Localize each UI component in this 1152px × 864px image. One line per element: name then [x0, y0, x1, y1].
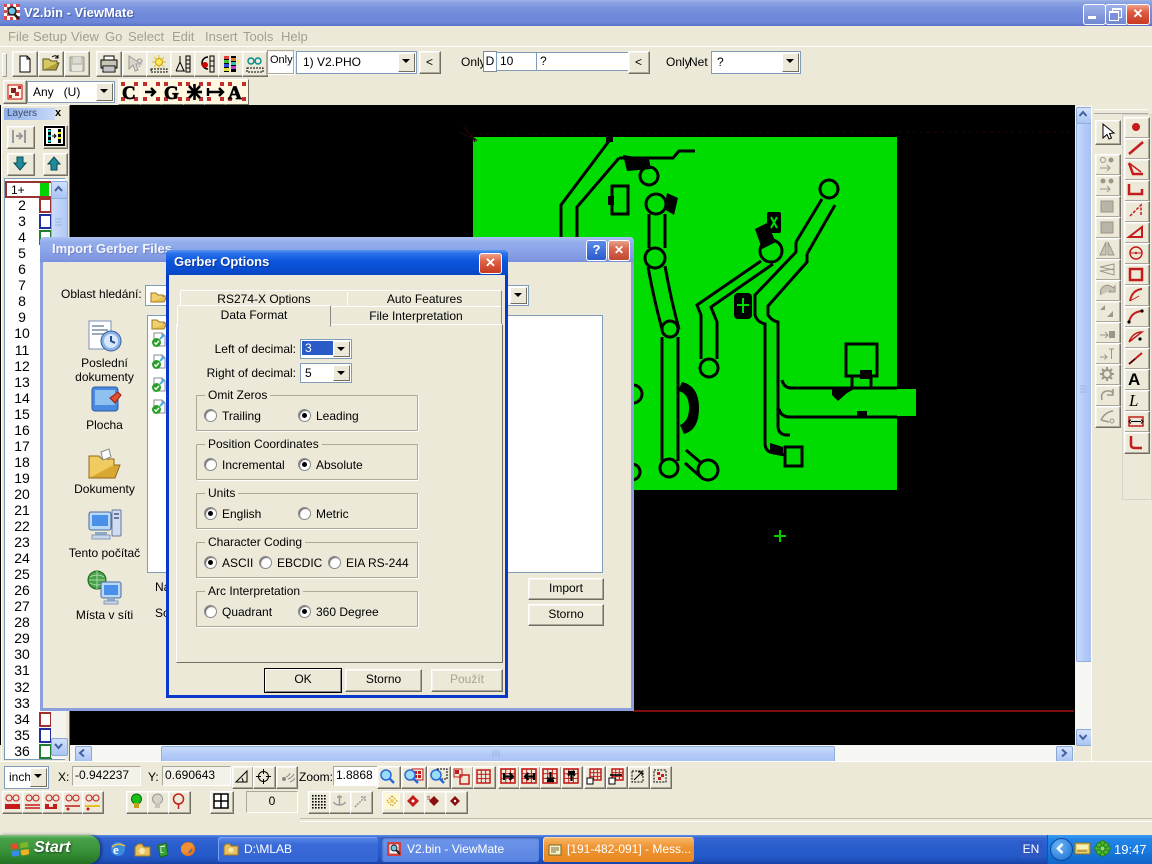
- svg-text:A: A: [1128, 370, 1140, 388]
- svg-text:G: G: [164, 83, 179, 104]
- svg-text:?: ?: [136, 56, 143, 70]
- svg-text:L: L: [1128, 391, 1138, 409]
- svg-text:C: C: [122, 83, 136, 104]
- svg-text:s: s: [427, 795, 431, 802]
- svg-text:A: A: [228, 83, 242, 104]
- svg-text:L: L: [160, 848, 164, 855]
